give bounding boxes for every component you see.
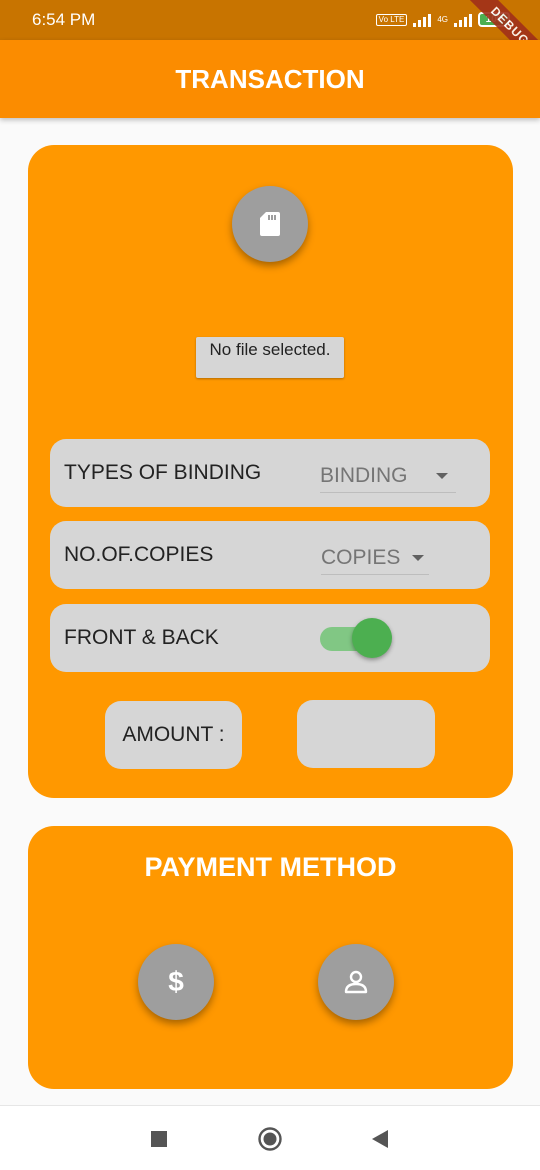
square-icon: [151, 1131, 167, 1147]
volte-icon: Vo LTE: [375, 13, 408, 26]
cash-payment-button[interactable]: $: [138, 944, 214, 1020]
copies-row: NO.OF.COPIES COPIES: [50, 521, 490, 589]
sd-card-icon: [260, 212, 280, 236]
copies-label: NO.OF.COPIES: [64, 543, 214, 566]
amount-field: [297, 700, 435, 768]
payment-title: PAYMENT METHOD: [144, 852, 397, 882]
amount-label-text: AMOUNT :: [122, 723, 225, 746]
circle-icon: [258, 1127, 282, 1151]
pick-file-button[interactable]: [232, 186, 308, 262]
transaction-card: No file selected. TYPES OF BINDING BINDI…: [28, 145, 513, 798]
recents-button[interactable]: [146, 1126, 172, 1152]
status-time: 6:54 PM: [32, 10, 96, 29]
front-back-row: FRONT & BACK: [50, 604, 490, 672]
account-payment-button[interactable]: [318, 944, 394, 1020]
copies-value: COPIES: [321, 545, 401, 569]
status-bar: 6:54 PM Vo LTE 4G 100: [0, 0, 540, 40]
binding-row: TYPES OF BINDING BINDING: [50, 439, 490, 507]
network-type: 4G: [437, 14, 448, 24]
home-button[interactable]: [257, 1126, 283, 1152]
toggle-thumb: [352, 618, 392, 658]
payment-card: PAYMENT METHOD $: [28, 826, 513, 1089]
chevron-down-icon: [412, 554, 425, 561]
binding-value: BINDING: [320, 463, 408, 487]
file-status: No file selected.: [196, 337, 344, 378]
binding-label: TYPES OF BINDING: [64, 461, 262, 484]
page-title: TRANSACTION: [175, 63, 365, 94]
back-button[interactable]: [367, 1126, 393, 1152]
amount-label: AMOUNT :: [105, 701, 242, 769]
triangle-back-icon: [372, 1130, 388, 1148]
app-bar: TRANSACTION: [0, 40, 540, 118]
dollar-icon: $: [168, 966, 184, 997]
person-icon: [344, 970, 368, 994]
signal-icon-2: [454, 13, 472, 27]
system-nav-bar: [0, 1105, 540, 1170]
front-back-toggle[interactable]: [320, 618, 396, 658]
signal-icon: [413, 13, 432, 27]
binding-dropdown[interactable]: BINDING: [320, 459, 456, 493]
front-back-label: FRONT & BACK: [64, 626, 219, 649]
chevron-down-icon: [435, 472, 448, 479]
copies-dropdown[interactable]: COPIES: [321, 541, 429, 575]
